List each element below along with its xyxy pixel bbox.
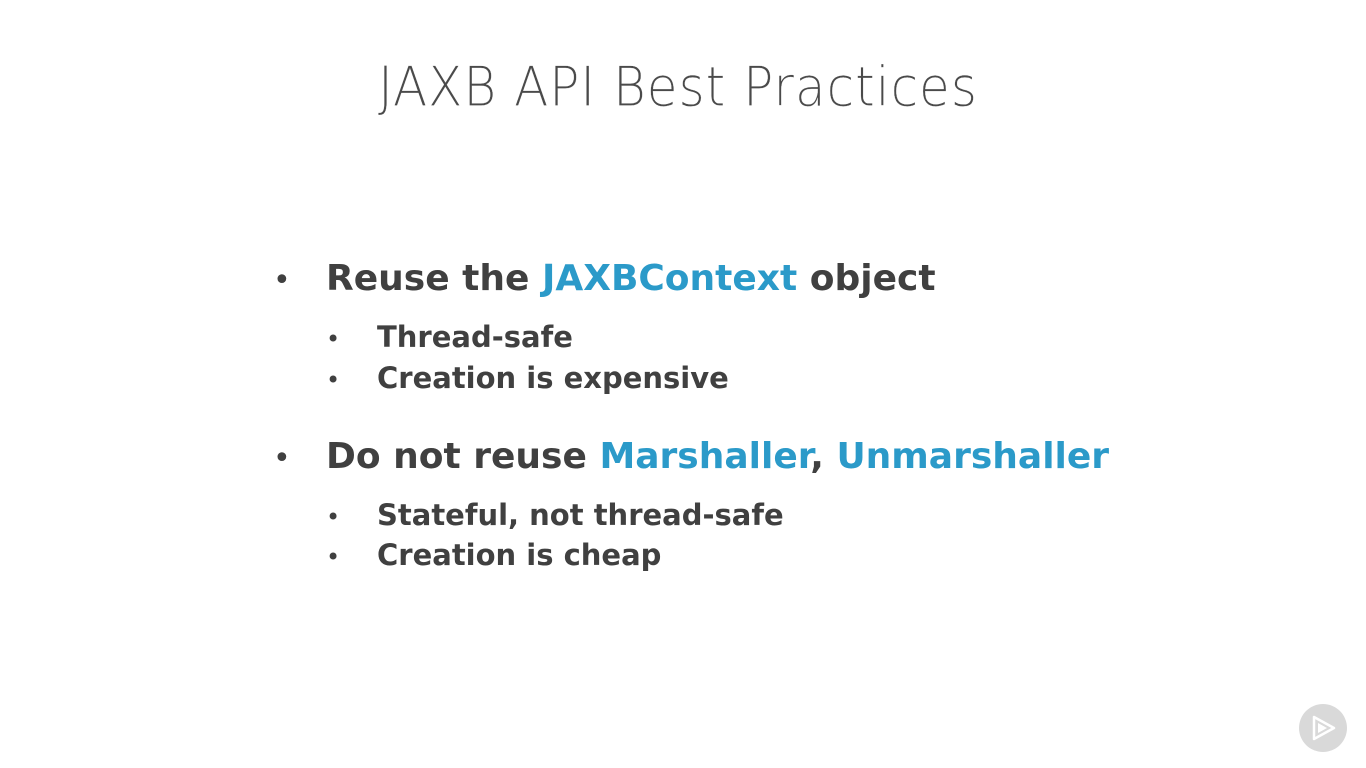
slide-title: JAXB API Best Practices: [378, 55, 978, 119]
slide: JAXB API Best Practices • Reuse the JAXB…: [0, 0, 1366, 768]
bullet-text: Do not reuse: [326, 436, 600, 477]
play-icon: [1312, 715, 1336, 741]
bullet-item-reuse-context: Reuse the JAXBContext object: [326, 258, 936, 299]
bullet-separator: ,: [810, 436, 837, 477]
sub-bullet-marker: •: [326, 325, 341, 353]
sub-bullet-marker: •: [326, 543, 341, 571]
sub-bullet-creation-expensive: Creation is expensive: [377, 361, 729, 395]
bullet-text-suffix: object: [797, 258, 936, 299]
sub-bullet-thread-safe: Thread-safe: [377, 320, 573, 354]
highlight-jaxbcontext: JAXBContext: [541, 258, 798, 299]
bullet-text: Reuse the: [326, 258, 542, 299]
bullet-marker: •: [273, 263, 291, 298]
sub-bullet-stateful: Stateful, not thread-safe: [377, 498, 784, 532]
bullet-marker: •: [273, 441, 291, 476]
play-button[interactable]: [1299, 704, 1347, 752]
sub-bullet-creation-cheap: Creation is cheap: [377, 538, 662, 572]
highlight-unmarshaller: Unmarshaller: [836, 436, 1110, 477]
sub-bullet-marker: •: [326, 503, 341, 531]
sub-bullet-marker: •: [326, 366, 341, 394]
highlight-marshaller: Marshaller: [599, 436, 811, 477]
bullet-item-do-not-reuse: Do not reuse Marshaller, Unmarshaller: [326, 436, 1109, 477]
